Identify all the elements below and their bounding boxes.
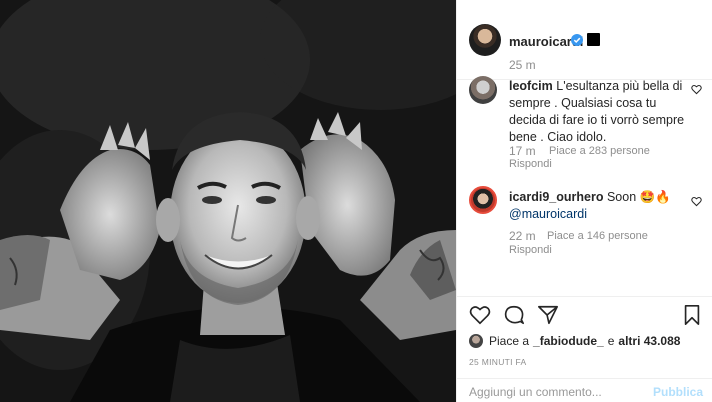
instagram-post: mauroicardi 25 m leofcim L'esultanza più…: [0, 0, 712, 402]
heart-icon[interactable]: [469, 304, 491, 326]
post-image: [0, 0, 456, 402]
black-square-emoji: [587, 33, 600, 46]
post-photo[interactable]: [0, 0, 456, 402]
comment-time: 17 m: [509, 144, 536, 158]
post-sidebar: mauroicardi 25 m leofcim L'esultanza più…: [456, 0, 712, 402]
post-age: 25 m: [509, 58, 536, 72]
likes-conjunction: e: [607, 334, 615, 348]
bookmark-icon[interactable]: [681, 304, 703, 326]
author-avatar[interactable]: [469, 24, 501, 56]
comment-body: icardi9_ourhero Soon 🤩🔥 @mauroicardi: [509, 189, 685, 223]
post-timestamp: 25 MINUTI FA: [469, 357, 527, 367]
commenter-avatar[interactable]: [469, 186, 497, 214]
publish-button[interactable]: Pubblica: [653, 385, 703, 399]
commenter-username[interactable]: leofcim: [509, 79, 553, 93]
liker-username[interactable]: _fabiodude_: [533, 334, 604, 348]
likes-prefix: Piace a: [489, 334, 530, 348]
comment-likes[interactable]: Piace a 146 persone: [547, 230, 648, 242]
comment-like-heart-icon[interactable]: [691, 84, 702, 95]
comment-text: Soon 🤩🔥: [606, 190, 671, 204]
reply-button[interactable]: Rispondi: [509, 158, 552, 170]
likes-others[interactable]: altri 43.088: [618, 334, 680, 348]
commenter-username[interactable]: icardi9_ourhero: [509, 190, 603, 204]
comment-input[interactable]: [469, 384, 649, 400]
comment-like-heart-icon[interactable]: [691, 196, 702, 207]
liker-avatar: [469, 334, 483, 348]
action-bar: [457, 296, 712, 336]
share-icon[interactable]: [537, 304, 559, 326]
comment-icon[interactable]: [503, 304, 525, 326]
reply-button[interactable]: Rispondi: [509, 244, 552, 256]
comment-time: 22 m: [509, 229, 536, 243]
comment-likes[interactable]: Piace a 283 persone: [549, 145, 650, 157]
comment-body: leofcim L'esultanza più bella di sempre …: [509, 78, 685, 146]
commenter-avatar[interactable]: [469, 76, 497, 104]
verified-icon: [571, 34, 583, 46]
mention-link[interactable]: @mauroicardi: [509, 207, 587, 221]
likes-summary[interactable]: Piace a _fabiodude_ e altri 43.088: [469, 333, 684, 349]
